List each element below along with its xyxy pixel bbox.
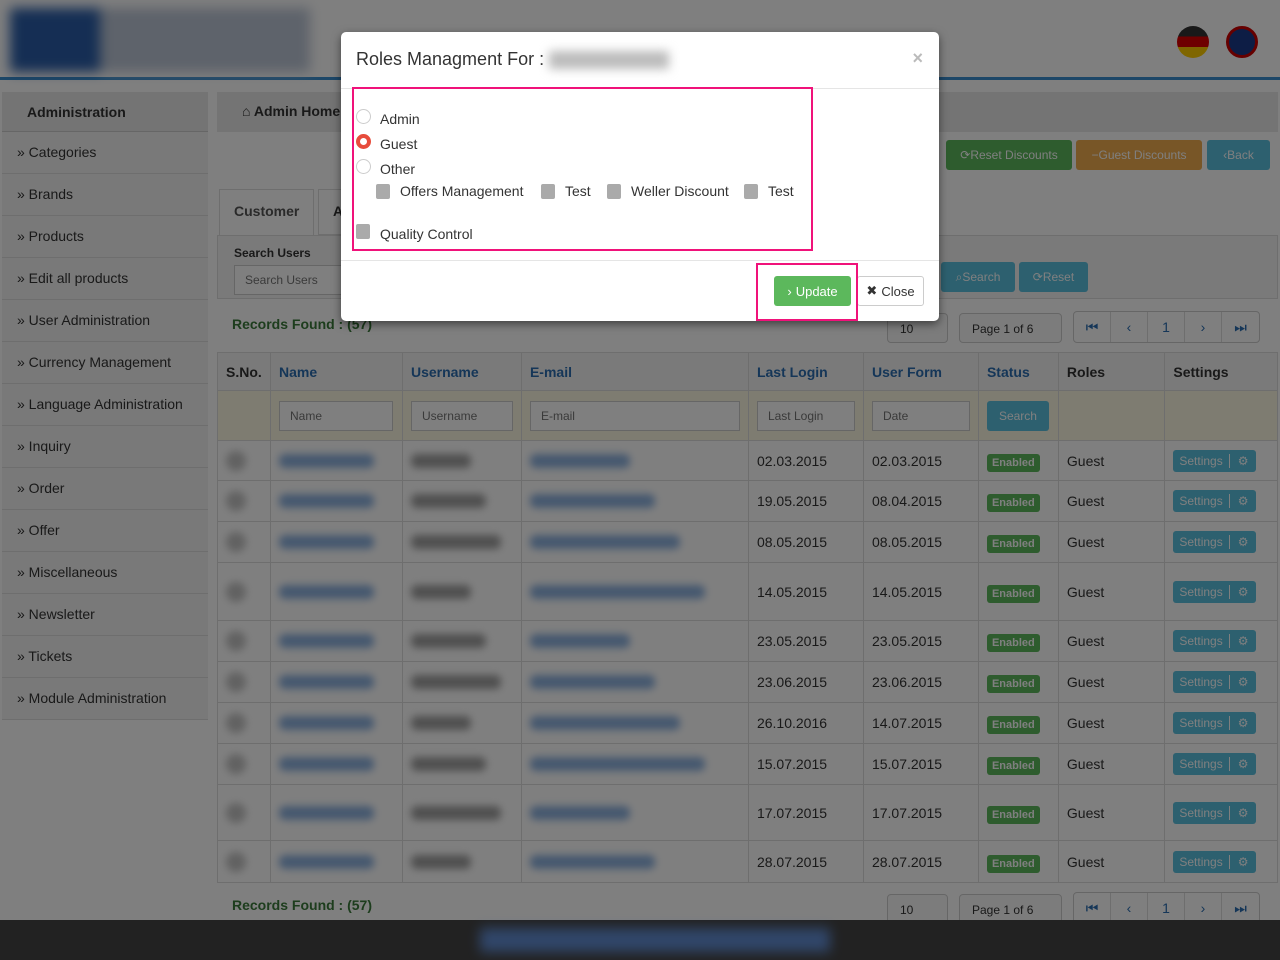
modal-title: Roles Managment For : [356, 49, 545, 69]
close-button[interactable]: ✖ Close [857, 276, 924, 306]
modal-header: Roles Managment For : × [341, 32, 939, 89]
roles-highlight [352, 87, 813, 251]
close-icon[interactable]: × [912, 48, 923, 69]
update-highlight [756, 263, 858, 321]
taskbar [0, 920, 1280, 960]
roles-modal: Roles Managment For : × Admin Guest Other O… [341, 32, 939, 321]
